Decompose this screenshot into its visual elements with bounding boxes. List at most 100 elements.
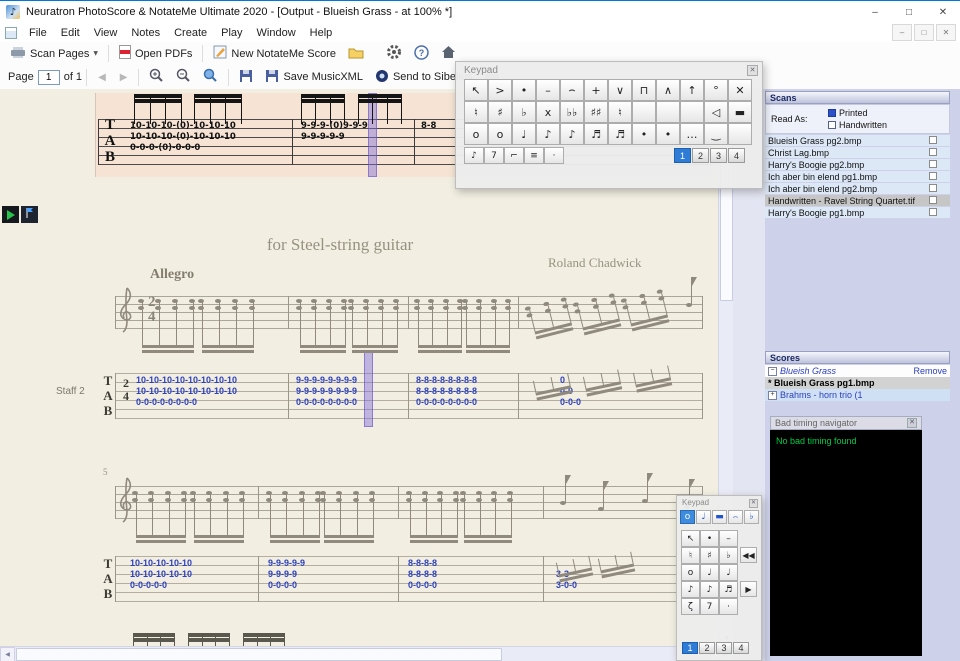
keypad-button[interactable]: ♮ <box>681 547 700 564</box>
scan-file-checkbox[interactable] <box>929 196 937 204</box>
keypad-nav-button[interactable]: ◀◀ <box>740 547 757 563</box>
keypad-button[interactable]: ♪ <box>536 123 560 145</box>
menu-item-view[interactable]: View <box>87 25 125 41</box>
minimize-button[interactable]: – <box>858 1 892 23</box>
expand-icon[interactable]: + <box>768 391 777 400</box>
keypad-button[interactable]: ≡ <box>524 147 544 164</box>
keypad-button[interactable]: · <box>544 147 564 164</box>
bad-timing-header[interactable]: Bad timing navigator ✕ <box>770 416 922 430</box>
scan-file-checkbox[interactable] <box>929 184 937 192</box>
keypad-button[interactable] <box>656 101 680 123</box>
keypad-mode-button[interactable]: ▬ <box>712 510 727 524</box>
keypad-button[interactable]: • <box>700 530 719 547</box>
keypad-button[interactable]: 7 <box>484 147 504 164</box>
save-musicxml-button[interactable]: Save MusicXML <box>259 67 368 88</box>
keypad-mode-button[interactable]: ⌢ <box>728 510 743 524</box>
keypad-button[interactable]: ♪ <box>681 581 700 598</box>
horizontal-scrollbar[interactable]: ◀ ▶ <box>0 646 733 661</box>
keypad-tab-4[interactable]: 4 <box>728 148 745 163</box>
keypad-button[interactable]: ∨ <box>608 79 632 101</box>
keypad-button[interactable]: + <box>584 79 608 101</box>
keypad-tab-2[interactable]: 2 <box>692 148 709 163</box>
scan-file-checkbox[interactable] <box>929 136 937 144</box>
scan-file-checkbox[interactable] <box>929 172 937 180</box>
keypad-button[interactable]: o <box>488 123 512 145</box>
keypad-button[interactable]: ♯♯ <box>584 101 608 123</box>
keypad-button[interactable]: ♯ <box>488 101 512 123</box>
keypad-mode-button[interactable]: ♩ <box>696 510 711 524</box>
mdi-minimize-button[interactable]: – <box>892 24 912 41</box>
keypad-tab-1[interactable]: 1 <box>682 642 698 654</box>
keypad-tab-1[interactable]: 1 <box>674 148 691 163</box>
menu-item-help[interactable]: Help <box>303 25 340 41</box>
keypad-button[interactable]: ↖ <box>681 530 700 547</box>
scroll-left-button[interactable]: ◀ <box>0 647 15 661</box>
score-item-page[interactable]: * Blueish Grass pg1.bmp <box>765 377 950 389</box>
scan-file-row[interactable]: Handwritten - Ravel String Quartet.tif <box>765 195 950 206</box>
scan-file-row[interactable]: Harry's Boogie pg1.bmp <box>765 207 950 218</box>
keypad-button[interactable]: – <box>536 79 560 101</box>
keypad-button[interactable]: · <box>719 598 738 615</box>
keypad-window[interactable]: Keypad ✕ ↖>•–⌢+∨⊓∧↑°✕♮♯♭x♭♭♯♯♮◁▬oo♩♪♪♬♬•… <box>455 61 763 189</box>
read-as-handwritten-option[interactable]: Handwritten <box>828 120 887 130</box>
keypad-button[interactable]: ♬ <box>719 581 738 598</box>
keypad-button[interactable]: x <box>536 101 560 123</box>
keypad-button[interactable]: > <box>488 79 512 101</box>
score-item-brahms[interactable]: + Brahms - horn trio (1 <box>765 389 950 401</box>
mdi-restore-button[interactable]: □ <box>914 24 934 41</box>
scan-file-row[interactable]: Ich aber bin elend pg1.bmp <box>765 171 950 182</box>
keypad-button[interactable]: ♩ <box>700 564 719 581</box>
menu-item-file[interactable]: File <box>22 25 54 41</box>
zoom-out-button[interactable] <box>170 66 197 88</box>
scan-file-checkbox[interactable] <box>929 148 937 156</box>
keypad-button[interactable]: ♬ <box>608 123 632 145</box>
back-arrow-button[interactable]: ◀ <box>91 70 113 85</box>
menu-item-edit[interactable]: Edit <box>54 25 87 41</box>
mdi-close-button[interactable]: ✕ <box>936 24 956 41</box>
keypad-button[interactable]: • <box>656 123 680 145</box>
keypad-button[interactable] <box>680 101 704 123</box>
maximize-button[interactable]: □ <box>892 1 926 23</box>
keypad-mode-button[interactable]: o <box>680 510 695 524</box>
zoom-in-button[interactable] <box>143 66 170 88</box>
collapse-icon[interactable]: − <box>768 367 777 376</box>
keypad-tab-3[interactable]: 3 <box>716 642 732 654</box>
keypad-button[interactable]: ↖ <box>464 79 488 101</box>
scan-pages-button[interactable]: Scan Pages ▼ <box>4 43 104 64</box>
flag-marker-button[interactable] <box>21 206 38 223</box>
keypad-button[interactable]: o <box>681 564 700 581</box>
keypad-button[interactable] <box>728 123 752 145</box>
keypad-tab-3[interactable]: 3 <box>710 148 727 163</box>
keypad-tab-2[interactable]: 2 <box>699 642 715 654</box>
menu-item-play[interactable]: Play <box>214 25 249 41</box>
keypad-button[interactable]: ♪ <box>464 147 484 164</box>
close-icon[interactable]: ✕ <box>907 418 917 428</box>
scores-panel-header[interactable]: Scores <box>765 351 950 364</box>
menu-item-window[interactable]: Window <box>250 25 303 41</box>
keypad-button[interactable]: • <box>512 79 536 101</box>
scan-file-row[interactable]: Blueish Grass pg2.bmp <box>765 135 950 146</box>
settings-button[interactable] <box>380 42 408 65</box>
keypad-button[interactable]: – <box>719 530 738 547</box>
scan-file-checkbox[interactable] <box>929 160 937 168</box>
printed-checkbox[interactable] <box>828 109 836 117</box>
open-folder-button[interactable] <box>342 44 370 64</box>
keypad-button[interactable]: ♩ <box>719 564 738 581</box>
keypad-button[interactable]: ∧ <box>656 79 680 101</box>
keypad-button[interactable]: • <box>632 123 656 145</box>
keypad-button[interactable]: ♪ <box>700 581 719 598</box>
close-button[interactable]: ✕ <box>926 1 960 23</box>
scan-file-checkbox[interactable] <box>929 208 937 216</box>
close-icon[interactable]: ✕ <box>749 499 758 508</box>
keypad-button[interactable]: ⊓ <box>632 79 656 101</box>
play-button[interactable] <box>2 206 19 223</box>
scan-file-row[interactable]: Christ Lag.bmp <box>765 147 950 158</box>
score-item-blueish-grass[interactable]: − Blueish Grass Remove <box>765 365 950 377</box>
remove-link[interactable]: Remove <box>913 366 947 376</box>
keypad-button[interactable]: ♭♭ <box>560 101 584 123</box>
keypad-button[interactable]: ◁ <box>704 101 728 123</box>
scan-file-row[interactable]: Harry's Boogie pg2.bmp <box>765 159 950 170</box>
keypad-button[interactable]: ♬ <box>584 123 608 145</box>
keypad-button[interactable]: ♯ <box>700 547 719 564</box>
read-as-printed-option[interactable]: Printed <box>828 108 868 118</box>
